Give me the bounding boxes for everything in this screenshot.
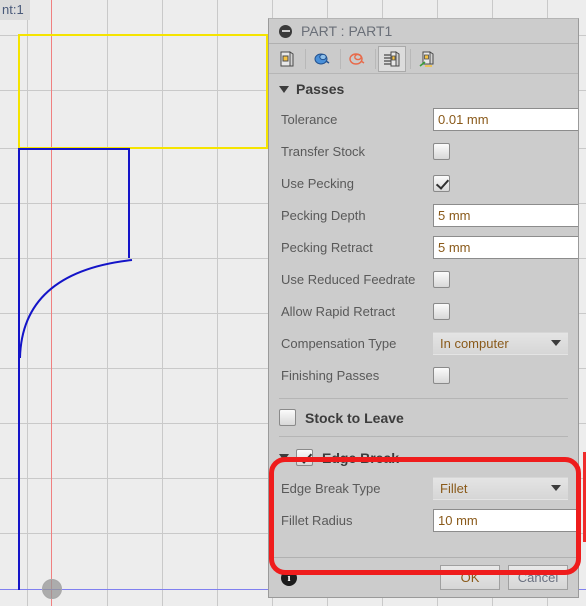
pecking-depth-spinner[interactable] bbox=[433, 203, 578, 227]
row-compensation-type: Compensation Type In computer bbox=[269, 327, 578, 359]
compensation-type-value: In computer bbox=[440, 335, 509, 351]
fillet-radius-spinner[interactable] bbox=[433, 508, 578, 532]
use-reduced-feedrate-checkbox[interactable] bbox=[433, 270, 450, 288]
ok-button[interactable]: OK bbox=[440, 565, 500, 590]
pecking-retract-spinner[interactable] bbox=[433, 235, 578, 259]
dialog-title-bar[interactable]: PART : PART1 bbox=[269, 19, 578, 44]
group-header-edge-break[interactable]: Edge Break bbox=[269, 437, 578, 472]
stock-boundary-rect bbox=[18, 34, 268, 149]
toolbar-separator bbox=[375, 48, 376, 69]
toolbar-separator bbox=[305, 48, 306, 69]
cancel-button[interactable]: Cancel bbox=[508, 565, 568, 590]
row-pecking-depth: Pecking Depth bbox=[269, 199, 578, 231]
tolerance-spinner[interactable] bbox=[433, 107, 578, 131]
row-fillet-radius: Fillet Radius bbox=[269, 504, 578, 536]
label-transfer-stock: Transfer Stock bbox=[281, 143, 366, 159]
label-compensation-type: Compensation Type bbox=[281, 335, 397, 351]
row-transfer-stock: Transfer Stock bbox=[269, 135, 578, 167]
chevron-down-icon[interactable] bbox=[551, 340, 561, 346]
label-use-reduced-feedrate: Use Reduced Feedrate bbox=[281, 271, 416, 287]
label-edge-break-type: Edge Break Type bbox=[281, 480, 381, 496]
heights-tab-icon[interactable] bbox=[343, 46, 371, 72]
chevron-down-icon[interactable] bbox=[279, 454, 289, 461]
linking-tab-icon[interactable] bbox=[413, 46, 441, 72]
part-settings-dialog[interactable]: PART : PART1 Passes Tolerance 0.01 mm Tr… bbox=[268, 18, 581, 598]
group-title-passes: Passes bbox=[296, 81, 345, 97]
toolbar-separator bbox=[410, 48, 411, 69]
pecking-retract-input[interactable] bbox=[434, 236, 578, 258]
row-allow-rapid-retract: Allow Rapid Retract bbox=[269, 295, 578, 327]
stock-to-leave-checkbox[interactable] bbox=[279, 409, 296, 426]
geometry-tab-icon[interactable] bbox=[308, 46, 336, 72]
part-profile-left-edge bbox=[18, 148, 20, 590]
group-header-stock-to-leave[interactable]: Stock to Leave bbox=[269, 399, 578, 436]
dialog-tab-toolbar[interactable] bbox=[269, 44, 578, 74]
label-pecking-retract: Pecking Retract bbox=[281, 239, 373, 255]
transfer-stock-checkbox[interactable] bbox=[433, 142, 450, 160]
compensation-type-dropdown[interactable]: In computer bbox=[433, 331, 568, 355]
origin-marker-icon[interactable] bbox=[42, 579, 62, 599]
label-finishing-passes: Finishing Passes bbox=[281, 367, 380, 383]
info-icon[interactable]: i bbox=[281, 569, 297, 586]
dialog-body: Passes Tolerance Transfer Stock bbox=[269, 74, 578, 557]
row-edge-break-type: Edge Break Type Fillet bbox=[269, 472, 578, 504]
label-tolerance: Tolerance bbox=[281, 111, 338, 127]
pecking-depth-input[interactable] bbox=[434, 204, 578, 226]
passes-tab-icon[interactable] bbox=[378, 45, 406, 72]
label-allow-rapid-retract: Allow Rapid Retract bbox=[281, 303, 396, 319]
row-use-pecking: Use Pecking bbox=[269, 167, 578, 199]
chevron-down-icon[interactable] bbox=[551, 485, 561, 491]
tolerance-input[interactable] bbox=[434, 108, 578, 130]
part-profile-top-edge bbox=[18, 148, 130, 150]
edge-break-type-dropdown[interactable]: Fillet bbox=[433, 476, 568, 500]
fillet-radius-input[interactable] bbox=[434, 509, 578, 531]
row-tolerance: Tolerance bbox=[269, 103, 578, 135]
group-title-stock-to-leave: Stock to Leave bbox=[305, 409, 404, 426]
row-finishing-passes: Finishing Passes bbox=[269, 359, 578, 391]
row-use-reduced-feedrate: Use Reduced Feedrate bbox=[269, 263, 578, 295]
group-title-edge-break: Edge Break bbox=[322, 449, 400, 466]
edge-break-type-value: Fillet bbox=[440, 480, 468, 496]
use-pecking-checkbox[interactable] bbox=[433, 174, 450, 192]
label-use-pecking: Use Pecking bbox=[281, 175, 354, 191]
part-profile-right-edge bbox=[128, 148, 130, 258]
allow-rapid-retract-checkbox[interactable] bbox=[433, 302, 450, 320]
group-header-passes[interactable]: Passes bbox=[269, 74, 578, 103]
finishing-passes-checkbox[interactable] bbox=[433, 366, 450, 384]
dialog-title-text: PART : PART1 bbox=[301, 23, 393, 39]
toolbar-separator bbox=[340, 48, 341, 69]
label-pecking-depth: Pecking Depth bbox=[281, 207, 366, 223]
row-pecking-retract: Pecking Retract bbox=[269, 231, 578, 263]
minus-circle-icon[interactable] bbox=[279, 24, 292, 38]
edge-break-checkbox[interactable] bbox=[296, 449, 313, 466]
label-fillet-radius: Fillet Radius bbox=[281, 512, 353, 528]
fillet-arc bbox=[19, 259, 133, 359]
tool-tab-icon[interactable] bbox=[273, 46, 301, 72]
viewport-label: nt:1 bbox=[0, 0, 30, 20]
chevron-down-icon[interactable] bbox=[279, 85, 289, 93]
dialog-footer: i OK Cancel bbox=[269, 557, 578, 597]
